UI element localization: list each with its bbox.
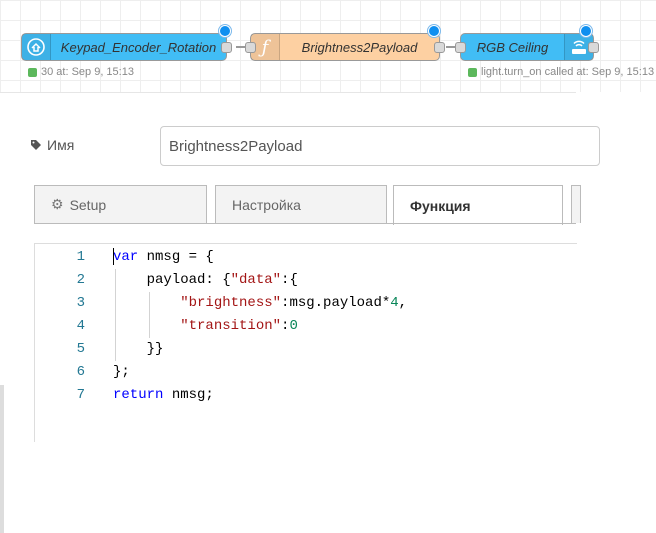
node-rgb-ceiling[interactable]: RGB Ceiling xyxy=(455,33,599,61)
input-port[interactable] xyxy=(245,42,256,53)
node-status: 30 at: Sep 9, 15:13 xyxy=(28,66,134,78)
flow-canvas[interactable]: Keypad_Encoder_Rotation ƒ Brightness2Pay… xyxy=(0,0,656,92)
tabs-divider xyxy=(34,223,576,224)
line-number: 1 xyxy=(76,249,85,265)
code-line: return nmsg; xyxy=(113,387,214,403)
name-label: Имя xyxy=(30,137,74,153)
status-ok-icon xyxy=(28,67,37,77)
status-ok-icon xyxy=(468,67,477,77)
code-line: "brightness":msg.payload*4, xyxy=(180,295,408,311)
output-port[interactable] xyxy=(221,42,232,53)
changed-dot xyxy=(580,25,592,37)
tab-function[interactable]: Функция xyxy=(393,185,563,225)
line-number: 5 xyxy=(76,341,85,357)
edit-panel: Имя ⚙ Setup Настройка Функция 1 2 3 4 5 … xyxy=(0,92,600,533)
code-line: "transition":0 xyxy=(180,318,298,334)
line-number: 3 xyxy=(76,295,85,311)
tab-nastroika[interactable]: Настройка xyxy=(215,185,387,223)
code-line: payload: {"data":{ xyxy=(113,272,298,288)
home-assistant-icon xyxy=(22,34,51,60)
input-port[interactable] xyxy=(455,42,466,53)
text-cursor xyxy=(113,248,114,265)
code-editor[interactable]: 1 2 3 4 5 6 7 var nmsg = { payload: {"da… xyxy=(34,243,577,442)
node-label: Brightness2Payload xyxy=(301,39,418,55)
output-port[interactable] xyxy=(434,42,445,53)
code-line: }} xyxy=(113,341,164,357)
node-brightness2payload[interactable]: ƒ Brightness2Payload xyxy=(245,33,445,61)
line-number: 2 xyxy=(76,272,85,288)
output-port[interactable] xyxy=(588,42,599,53)
line-numbers: 1 2 3 4 5 6 7 xyxy=(35,244,105,442)
tab-setup[interactable]: ⚙ Setup xyxy=(34,185,207,223)
node-keypad-encoder-rotation[interactable]: Keypad_Encoder_Rotation xyxy=(21,33,232,61)
code-line: }; xyxy=(113,364,130,380)
line-number: 6 xyxy=(76,364,85,380)
tag-icon xyxy=(31,140,41,150)
tab-more[interactable] xyxy=(571,185,581,223)
scrollbar[interactable] xyxy=(0,385,4,533)
name-input[interactable] xyxy=(160,126,600,166)
changed-dot xyxy=(428,25,440,37)
node-label: RGB Ceiling xyxy=(476,39,549,55)
line-number: 4 xyxy=(76,318,85,334)
gear-icon: ⚙ xyxy=(51,196,64,212)
node-status: light.turn_on called at: Sep 9, 15:13 xyxy=(468,66,654,78)
node-label: Keypad_Encoder_Rotation xyxy=(60,39,217,55)
changed-dot xyxy=(219,25,231,37)
line-number: 7 xyxy=(76,387,85,403)
code-line: var nmsg = { xyxy=(113,249,214,265)
